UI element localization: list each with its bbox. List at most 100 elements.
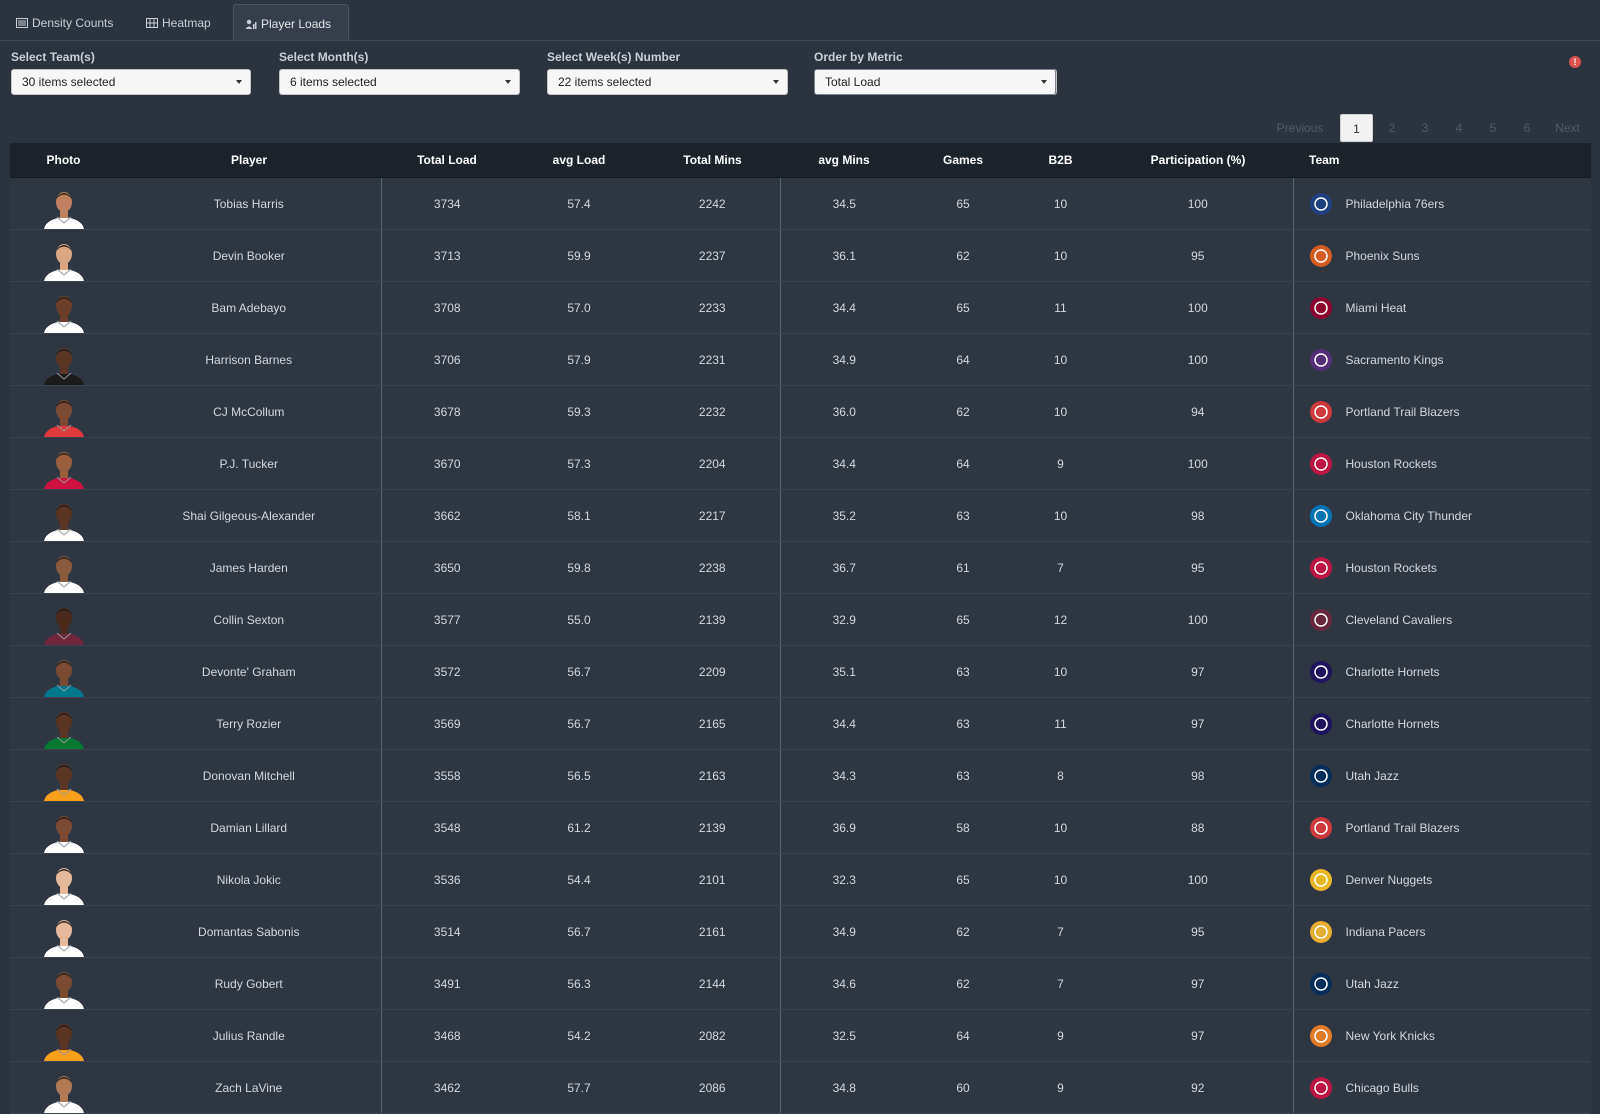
column-header-total-mins[interactable]: Total Mins xyxy=(645,143,780,178)
team-wrap: Charlotte Hornets xyxy=(1308,659,1592,685)
table-row[interactable]: Rudy Gobert 3491 56.3 2144 34.6 62 7 97 Utah Jaz… xyxy=(10,957,1591,1010)
team-wrap: Cleveland Cavaliers xyxy=(1308,607,1592,633)
player-photo-cell xyxy=(10,749,117,802)
total-mins: 2242 xyxy=(645,177,781,230)
table-body: Tobias Harris 3734 57.4 2242 34.5 65 10 100 Phil… xyxy=(10,177,1592,1114)
table-row[interactable]: Tobias Harris 3734 57.4 2242 34.5 65 10 100 Phil… xyxy=(10,177,1591,230)
avg-mins: 35.1 xyxy=(780,645,908,698)
tab-player-loads[interactable]: Player Loads xyxy=(233,4,349,40)
page-5-button[interactable]: 5 xyxy=(1478,114,1508,142)
total-load: 3468 xyxy=(381,1009,513,1062)
page-2-button[interactable]: 2 xyxy=(1377,114,1407,142)
tab-label: Player Loads xyxy=(261,17,332,31)
table-row[interactable]: Collin Sexton 3577 55.0 2139 32.9 65 12 100 Clev… xyxy=(10,593,1592,646)
games: 65 xyxy=(908,593,1018,646)
metric-filter: Order by Metric Total Load xyxy=(814,48,1056,95)
total-mins: 2144 xyxy=(645,957,781,1010)
team-wrap: Denver Nuggets xyxy=(1308,867,1592,893)
column-header-avg-load[interactable]: avg Load xyxy=(513,143,645,178)
participation: 100 xyxy=(1103,281,1294,334)
player-photo-cell xyxy=(10,541,117,594)
total-load: 3734 xyxy=(381,177,513,230)
player-loads-table: Photo Player Total Load avg Load Total M… xyxy=(10,143,1591,1114)
team-wrap: Utah Jazz xyxy=(1308,763,1592,789)
page-6-button[interactable]: 6 xyxy=(1512,114,1542,142)
tab-heatmap[interactable]: Heatmap xyxy=(146,4,211,39)
table-row[interactable]: P.J. Tucker 3670 57.3 2204 34.4 64 9 100 Houston… xyxy=(10,437,1592,490)
table-row[interactable]: Harrison Barnes 3706 57.9 2231 34.9 64 10 100 Sa… xyxy=(10,333,1591,386)
column-header-avg-mins[interactable]: avg Mins xyxy=(780,143,908,178)
avg-load: 61.2 xyxy=(513,801,645,854)
player-headshot-icon xyxy=(43,347,84,385)
total-load: 3548 xyxy=(381,801,513,854)
games: 65 xyxy=(908,177,1018,230)
table-row[interactable]: Devonte' Graham 3572 56.7 2209 35.1 63 10 97 Cha… xyxy=(10,645,1592,698)
player-photo xyxy=(10,647,117,697)
metric-select[interactable]: Total Load xyxy=(814,69,1056,95)
team-name: Houston Rockets xyxy=(1345,456,1437,471)
tab-bar: Density Counts Heatmap Player Loads xyxy=(0,0,1600,41)
team-wrap: Phoenix Suns xyxy=(1308,243,1592,269)
participation: 95 xyxy=(1103,905,1294,958)
week-filter: Select Week(s) Number 22 items selected xyxy=(547,48,788,95)
avg-load: 56.7 xyxy=(513,905,645,958)
team-logo-icon xyxy=(1309,296,1332,319)
player-photo xyxy=(10,959,117,1009)
column-header-photo[interactable]: Photo xyxy=(10,143,117,178)
b2b: 9 xyxy=(1018,437,1103,490)
page-4-button[interactable]: 4 xyxy=(1444,114,1474,142)
column-header-games[interactable]: Games xyxy=(908,143,1018,178)
participation: 100 xyxy=(1103,853,1294,906)
table-row[interactable]: Damian Lillard 3548 61.2 2139 36.9 58 10 88 Port… xyxy=(10,801,1591,854)
team-wrap: Houston Rockets xyxy=(1308,451,1592,477)
page-3-button[interactable]: 3 xyxy=(1410,114,1440,142)
team-filter-label: Select Team(s) xyxy=(11,50,95,64)
player-photo xyxy=(10,1063,117,1113)
table-row[interactable]: Nikola Jokic 3536 54.4 2101 32.3 65 10 100 Denve… xyxy=(10,853,1592,906)
column-header-b2b[interactable]: B2B xyxy=(1018,143,1103,178)
tab-density-counts[interactable]: Density Counts xyxy=(16,4,113,39)
table-row[interactable]: Domantas Sabonis 3514 56.7 2161 34.9 62 7 95 Ind… xyxy=(10,905,1591,958)
team-logo-icon xyxy=(1309,348,1332,371)
column-header-team[interactable]: Team xyxy=(1293,143,1591,178)
b2b: 10 xyxy=(1018,229,1103,282)
games: 62 xyxy=(908,957,1018,1010)
participation: 100 xyxy=(1103,177,1294,230)
team-cell: Utah Jazz xyxy=(1293,749,1592,802)
player-photo xyxy=(10,335,117,385)
avg-mins: 34.6 xyxy=(780,957,908,1010)
player-photo-cell xyxy=(10,697,117,750)
b2b: 10 xyxy=(1018,177,1103,230)
table-row[interactable]: Donovan Mitchell 3558 56.5 2163 34.3 63 8 98 Uta… xyxy=(10,749,1592,802)
team-select[interactable]: 30 items selected xyxy=(11,69,251,95)
table-row[interactable]: Terry Rozier 3569 56.7 2165 34.4 63 11 97 Charlo… xyxy=(10,697,1591,750)
team-name: Utah Jazz xyxy=(1345,976,1399,991)
team-name: Charlotte Hornets xyxy=(1345,716,1440,731)
total-load: 3577 xyxy=(381,593,513,646)
month-select[interactable]: 6 items selected xyxy=(279,69,520,95)
total-mins: 2204 xyxy=(645,437,781,490)
table-row[interactable]: Julius Randle 3468 54.2 2082 32.5 64 9 97 New Yo… xyxy=(10,1009,1591,1062)
metric-select-value: Total Load xyxy=(825,75,881,89)
player-photo xyxy=(10,803,117,853)
previous-page-button[interactable]: Previous xyxy=(1260,114,1340,142)
player-photo xyxy=(10,699,117,749)
next-page-button[interactable]: Next xyxy=(1545,114,1590,142)
column-header-participation[interactable]: Participation (%) xyxy=(1103,143,1293,178)
page-1-button[interactable]: 1 xyxy=(1340,114,1373,142)
table-row[interactable]: Devin Booker 3713 59.9 2237 36.1 62 10 95 Phoeni… xyxy=(10,229,1592,282)
avg-mins: 32.5 xyxy=(780,1009,908,1062)
table-row[interactable]: Zach LaVine 3462 57.7 2086 34.8 60 9 92 Chicago … xyxy=(10,1061,1591,1114)
table-row[interactable]: James Harden 3650 59.8 2238 36.7 61 7 95 Houston… xyxy=(10,541,1591,594)
week-select[interactable]: 22 items selected xyxy=(547,69,788,95)
error-icon[interactable]: ! xyxy=(1569,56,1581,68)
table-row[interactable]: Shai Gilgeous-Alexander 3662 58.1 2217 35.2 6… xyxy=(10,489,1591,542)
column-header-total-load[interactable]: Total Load xyxy=(381,143,513,178)
column-header-player[interactable]: Player xyxy=(117,143,381,178)
team-logo-icon xyxy=(1309,816,1332,839)
team-cell: Sacramento Kings xyxy=(1293,333,1591,386)
table-row[interactable]: CJ McCollum 3678 59.3 2232 36.0 62 10 94 Portlan… xyxy=(10,385,1591,438)
total-load: 3514 xyxy=(381,905,513,958)
games: 62 xyxy=(908,229,1018,282)
table-row[interactable]: Bam Adebayo 3708 57.0 2233 34.4 65 11 100 Miami … xyxy=(10,281,1591,334)
